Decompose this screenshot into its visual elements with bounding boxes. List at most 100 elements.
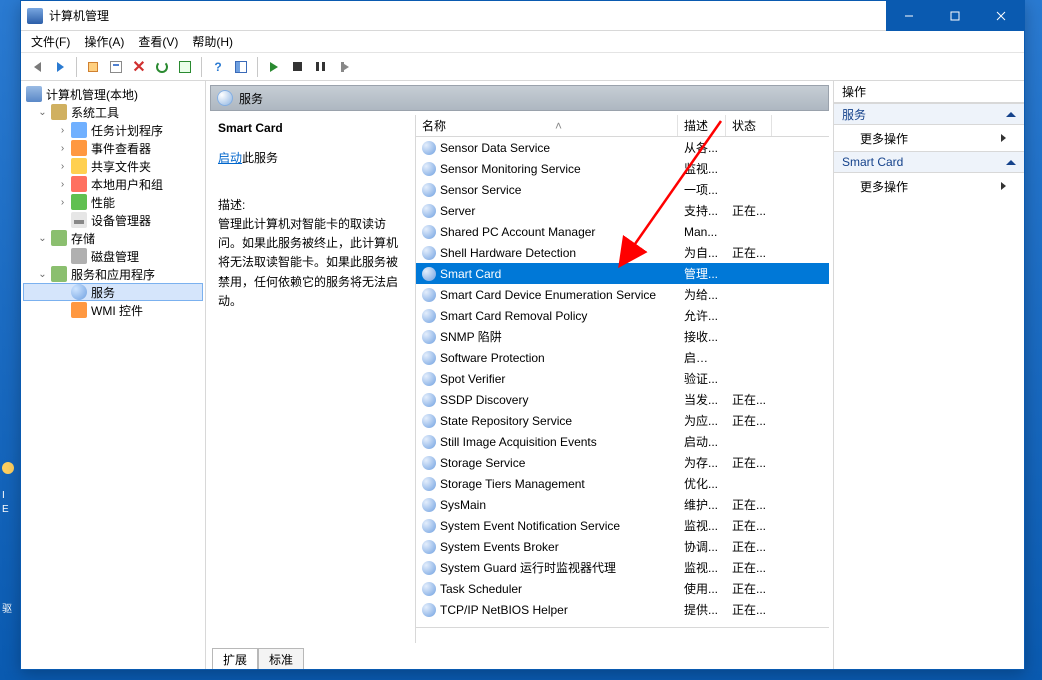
service-rows[interactable]: Sensor Data Service从各...Sensor Monitorin… — [416, 137, 829, 627]
tree-label: 服务 — [91, 284, 115, 301]
help-button[interactable]: ? — [208, 57, 228, 77]
expand-icon[interactable]: › — [58, 161, 67, 172]
delete-button[interactable]: ✕ — [129, 57, 149, 77]
tree-disk-management[interactable]: 磁盘管理 — [23, 247, 203, 265]
stop-service-button[interactable] — [287, 57, 307, 77]
action-group-services[interactable]: 服务 — [834, 103, 1024, 125]
service-row[interactable]: System Events Broker协调...正在... — [416, 536, 829, 557]
service-row[interactable]: Sensor Service一项... — [416, 179, 829, 200]
perf-icon — [71, 194, 87, 210]
column-headers[interactable]: 名称˄ 描述 状态 — [416, 115, 829, 137]
minimize-button[interactable] — [886, 1, 932, 31]
tree-device-manager[interactable]: 设备管理器 — [23, 211, 203, 229]
service-row[interactable]: Sensor Data Service从各... — [416, 137, 829, 158]
tree-system-tools[interactable]: ⌄ 系统工具 — [23, 103, 203, 121]
horizontal-scrollbar[interactable] — [416, 627, 829, 643]
export-button[interactable] — [175, 57, 195, 77]
tree-event-viewer[interactable]: ›事件查看器 — [23, 139, 203, 157]
menubar: 文件(F) 操作(A) 查看(V) 帮助(H) — [21, 31, 1024, 53]
start-service-button[interactable] — [264, 57, 284, 77]
service-row[interactable]: Task Scheduler使用...正在... — [416, 578, 829, 599]
desktop-label-e: E — [2, 504, 9, 515]
service-row[interactable]: Sensor Monitoring Service监视... — [416, 158, 829, 179]
service-row[interactable]: SysMain维护...正在... — [416, 494, 829, 515]
computer-icon — [26, 86, 42, 102]
device-icon — [71, 212, 87, 228]
gear-icon — [422, 519, 436, 533]
users-icon — [71, 176, 87, 192]
refresh-button[interactable] — [152, 57, 172, 77]
menu-action[interactable]: 操作(A) — [84, 33, 124, 50]
gear-icon — [422, 351, 436, 365]
action-group-smartcard[interactable]: Smart Card — [834, 151, 1024, 173]
start-service-link[interactable]: 启动 — [218, 151, 242, 165]
action-more-smartcard[interactable]: 更多操作 — [834, 173, 1024, 199]
tab-standard[interactable]: 标准 — [258, 648, 304, 669]
tree-local-users[interactable]: ›本地用户和组 — [23, 175, 203, 193]
col-desc[interactable]: 描述 — [678, 115, 726, 136]
gear-icon — [422, 477, 436, 491]
service-row[interactable]: Storage Tiers Management优化... — [416, 473, 829, 494]
col-name-label: 名称 — [422, 117, 446, 134]
titlebar[interactable]: 计算机管理 — [21, 1, 1024, 31]
service-row[interactable]: System Event Notification Service监视...正在… — [416, 515, 829, 536]
scheduler-icon — [71, 122, 87, 138]
properties-button[interactable] — [106, 57, 126, 77]
col-status[interactable]: 状态 — [726, 115, 772, 136]
restart-service-button[interactable] — [333, 57, 353, 77]
disk-icon — [71, 248, 87, 264]
service-row[interactable]: State Repository Service为应...正在... — [416, 410, 829, 431]
col-name[interactable]: 名称˄ — [416, 115, 678, 136]
service-row[interactable]: Smart Card Device Enumeration Service为给.… — [416, 284, 829, 305]
tree-task-scheduler[interactable]: ›任务计划程序 — [23, 121, 203, 139]
collapse-icon[interactable]: ⌄ — [38, 107, 47, 118]
tree-services[interactable]: 服务 — [23, 283, 203, 301]
service-row[interactable]: Software Protection启用 ... — [416, 347, 829, 368]
tab-extended[interactable]: 扩展 — [212, 648, 258, 669]
gear-icon — [422, 393, 436, 407]
service-row[interactable]: Still Image Acquisition Events启动... — [416, 431, 829, 452]
tree-shared-folders[interactable]: ›共享文件夹 — [23, 157, 203, 175]
expand-icon[interactable]: › — [58, 125, 67, 136]
services-header: 服务 — [210, 85, 829, 111]
menu-view[interactable]: 查看(V) — [138, 33, 178, 50]
service-status: 正在... — [726, 601, 772, 618]
expand-icon[interactable]: › — [58, 197, 67, 208]
up-button[interactable] — [83, 57, 103, 77]
forward-button[interactable] — [50, 57, 70, 77]
menu-file[interactable]: 文件(F) — [31, 33, 70, 50]
tree-root[interactable]: 计算机管理(本地) — [23, 85, 203, 103]
service-row[interactable]: Smart Card Removal Policy允许... — [416, 305, 829, 326]
collapse-icon[interactable]: ⌄ — [38, 269, 47, 280]
close-button[interactable] — [978, 1, 1024, 31]
navigation-tree[interactable]: 计算机管理(本地) ⌄ 系统工具 ›任务计划程序 ›事件查看器 — [21, 81, 206, 669]
service-name: Smart Card Device Enumeration Service — [440, 288, 656, 302]
gear-icon — [422, 141, 436, 155]
tree-wmi[interactable]: WMI 控件 — [23, 301, 203, 319]
service-row[interactable]: SSDP Discovery当发...正在... — [416, 389, 829, 410]
service-row[interactable]: Shell Hardware Detection为自...正在... — [416, 242, 829, 263]
tree-storage[interactable]: ⌄ 存储 — [23, 229, 203, 247]
expand-icon[interactable]: › — [58, 179, 67, 190]
tree-performance[interactable]: ›性能 — [23, 193, 203, 211]
menu-help[interactable]: 帮助(H) — [192, 33, 233, 50]
service-row[interactable]: Smart Card管理... — [416, 263, 829, 284]
view-button[interactable] — [231, 57, 251, 77]
service-name: Sensor Monitoring Service — [440, 162, 581, 176]
service-row[interactable]: Server支持...正在... — [416, 200, 829, 221]
tree-services-and-apps[interactable]: ⌄ 服务和应用程序 — [23, 265, 203, 283]
event-icon — [71, 140, 87, 156]
service-row[interactable]: Shared PC Account ManagerMan... — [416, 221, 829, 242]
service-row[interactable]: Spot Verifier验证... — [416, 368, 829, 389]
service-row[interactable]: SNMP 陷阱接收... — [416, 326, 829, 347]
pause-service-button[interactable] — [310, 57, 330, 77]
service-row[interactable]: Storage Service为存...正在... — [416, 452, 829, 473]
collapse-icon[interactable]: ⌄ — [38, 233, 47, 244]
service-row[interactable]: System Guard 运行时监视器代理监视...正在... — [416, 557, 829, 578]
maximize-button[interactable] — [932, 1, 978, 31]
expand-icon[interactable]: › — [58, 143, 67, 154]
back-button[interactable] — [27, 57, 47, 77]
service-row[interactable]: TCP/IP NetBIOS Helper提供...正在... — [416, 599, 829, 620]
collapse-icon — [1006, 160, 1016, 165]
action-more-services[interactable]: 更多操作 — [834, 125, 1024, 151]
